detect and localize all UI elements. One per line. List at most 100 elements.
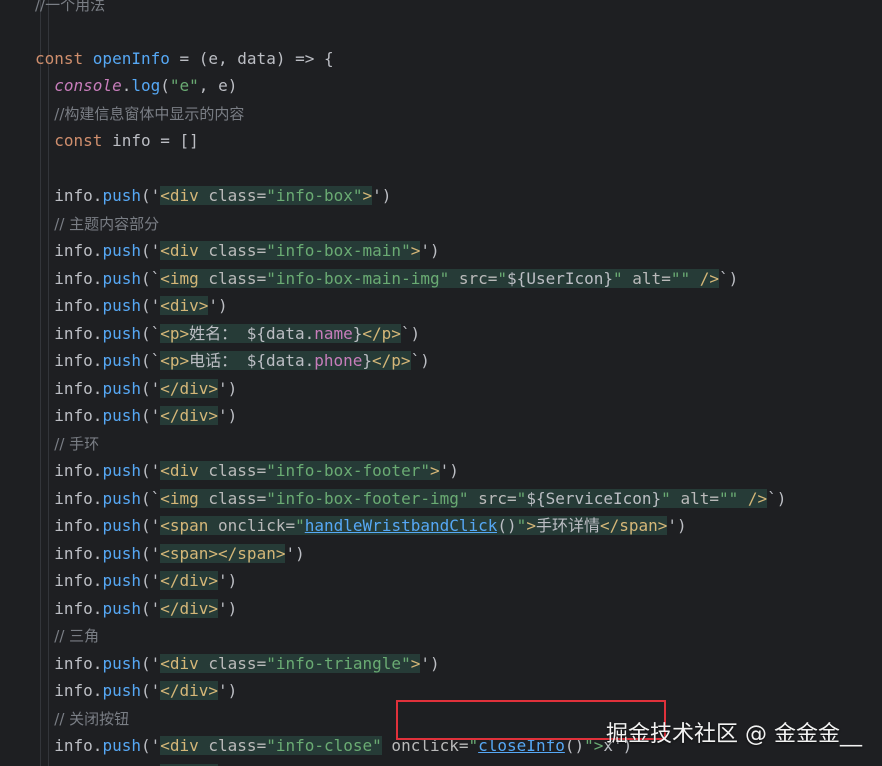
code-token: info. (35, 323, 103, 343)
code-token: push (102, 241, 141, 260)
code-token: "" (670, 268, 691, 288)
code-token: </p> (362, 323, 401, 343)
code-token: // 主题内容部分 (54, 214, 160, 233)
code-token: "info-close" (266, 736, 382, 755)
code-token: " (516, 516, 527, 535)
code-line[interactable]: info.push(`<img class="info-box-footer-i… (35, 486, 786, 512)
code-token: info. (35, 406, 103, 425)
code-token: (' (140, 571, 161, 590)
code-token: push (102, 543, 141, 563)
code-line[interactable]: info.push('<div class="info-triangle">') (35, 651, 440, 677)
code-token: `) (719, 268, 739, 288)
code-token: 姓名： ${data. (189, 323, 315, 343)
code-token: info. (35, 186, 103, 205)
code-token: " (497, 268, 508, 288)
code-token: info. (35, 378, 103, 398)
code-line[interactable]: info.push(`<p>姓名： ${data.name}</p>`) (35, 321, 420, 347)
code-token: push (102, 488, 141, 508)
code-token: //构建信息窗体中显示的内容 (54, 104, 245, 123)
code-token: info. (35, 461, 103, 480)
code-line[interactable]: info.push('</div>') (35, 568, 237, 594)
code-token: console (54, 76, 122, 95)
code-line[interactable]: //一个用法 (35, 0, 105, 18)
code-token: push (102, 598, 141, 618)
code-token: info. (35, 681, 103, 700)
code-token: push (102, 516, 141, 535)
code-line[interactable]: info.push('</div>') (35, 376, 237, 402)
code-token: (' (140, 186, 161, 205)
code-token: (` (140, 488, 161, 508)
code-line[interactable]: // 手环 (35, 431, 99, 457)
code-line[interactable]: // 主题内容部分 (35, 211, 159, 237)
code-token: <div (160, 186, 199, 205)
code-token: /> (690, 268, 719, 288)
code-line[interactable]: info.push(`<img class="info-box-main-img… (35, 266, 738, 292)
code-token: `) (410, 351, 430, 370)
code-token: // 手环 (54, 434, 100, 453)
code-line[interactable]: info.push('<div class="info-box-footer">… (35, 458, 459, 484)
code-token: info. (35, 736, 103, 755)
code-token: info. (35, 351, 103, 370)
code-line[interactable]: const openInfo = (e, data) => { (35, 46, 334, 72)
code-token: push (102, 681, 141, 700)
code-line[interactable]: const info = [] (35, 128, 199, 154)
code-token: ${UserIcon} (507, 268, 614, 288)
code-token: info. (35, 296, 103, 315)
code-token: onclick= (208, 516, 296, 535)
code-token: </div> (160, 571, 219, 590)
code-token: handleWristbandClick (304, 516, 498, 535)
code-token: info. (35, 543, 103, 563)
code-line[interactable]: info.push('<div>') (35, 293, 228, 319)
code-token: (' (140, 736, 161, 755)
code-token: "info-box-main" (266, 241, 411, 260)
code-line[interactable]: info.push('</div>') (35, 403, 237, 429)
code-token: // 关闭按钮 (54, 709, 130, 728)
code-token: src= (449, 268, 498, 288)
code-token: push (102, 653, 141, 673)
code-line[interactable]: info.push('</div>') (35, 596, 237, 622)
code-token: class= (198, 736, 267, 755)
code-token: `) (767, 488, 787, 508)
code-token: () (497, 516, 517, 535)
code-token: `) (400, 323, 421, 343)
code-token: </p> (372, 351, 411, 370)
code-line[interactable]: info.push('<span></span>') (35, 541, 305, 567)
code-token: (' (140, 406, 161, 425)
code-token: ') (439, 461, 459, 480)
code-line[interactable]: // 关闭按钮 (35, 706, 129, 732)
code-line[interactable]: //构建信息窗体中显示的内容 (35, 101, 244, 127)
code-token: info. (35, 516, 103, 535)
code-token: info. (35, 268, 103, 288)
code-token: openInfo (92, 48, 170, 68)
code-token: ') (208, 296, 228, 315)
watermark: 掘金技术社区 @ 金金金__ (606, 722, 862, 747)
code-line[interactable]: info.push('<div class="info-box-main">') (35, 238, 440, 264)
code-token: <div (160, 461, 199, 480)
code-token: " (295, 516, 305, 535)
code-token: } (352, 323, 363, 343)
code-token: <img (160, 268, 199, 288)
code-token: class= (198, 653, 267, 673)
code-token: , e) (198, 76, 238, 95)
code-token: ( (160, 76, 170, 95)
code-token: class= (198, 461, 267, 480)
code-line[interactable]: // 三角 (35, 623, 99, 649)
code-line[interactable]: info.push(`<p>电话： ${data.phone}</p>`) (35, 348, 430, 374)
code-token: (' (140, 681, 161, 700)
code-line[interactable]: console.log("e", e) (35, 73, 237, 99)
code-line[interactable]: info.push('</div>') (35, 678, 237, 704)
code-token: <div> (160, 296, 209, 315)
code-line[interactable]: info.push('</div>') (35, 761, 237, 766)
code-line[interactable]: info.push('<span onclick="handleWristban… (35, 513, 687, 539)
code-editor[interactable]: //一个用法 const openInfo = (e, data) => { co… (0, 0, 882, 766)
code-token: (' (140, 296, 161, 315)
code-token: (' (140, 378, 161, 398)
code-token: alt= (670, 488, 719, 508)
code-line[interactable]: info.push('<div class="info-box">') (35, 183, 391, 209)
code-token: " (613, 268, 623, 288)
code-token: ') (218, 598, 238, 618)
code-token: class= (198, 268, 267, 288)
code-token: (' (140, 598, 161, 618)
